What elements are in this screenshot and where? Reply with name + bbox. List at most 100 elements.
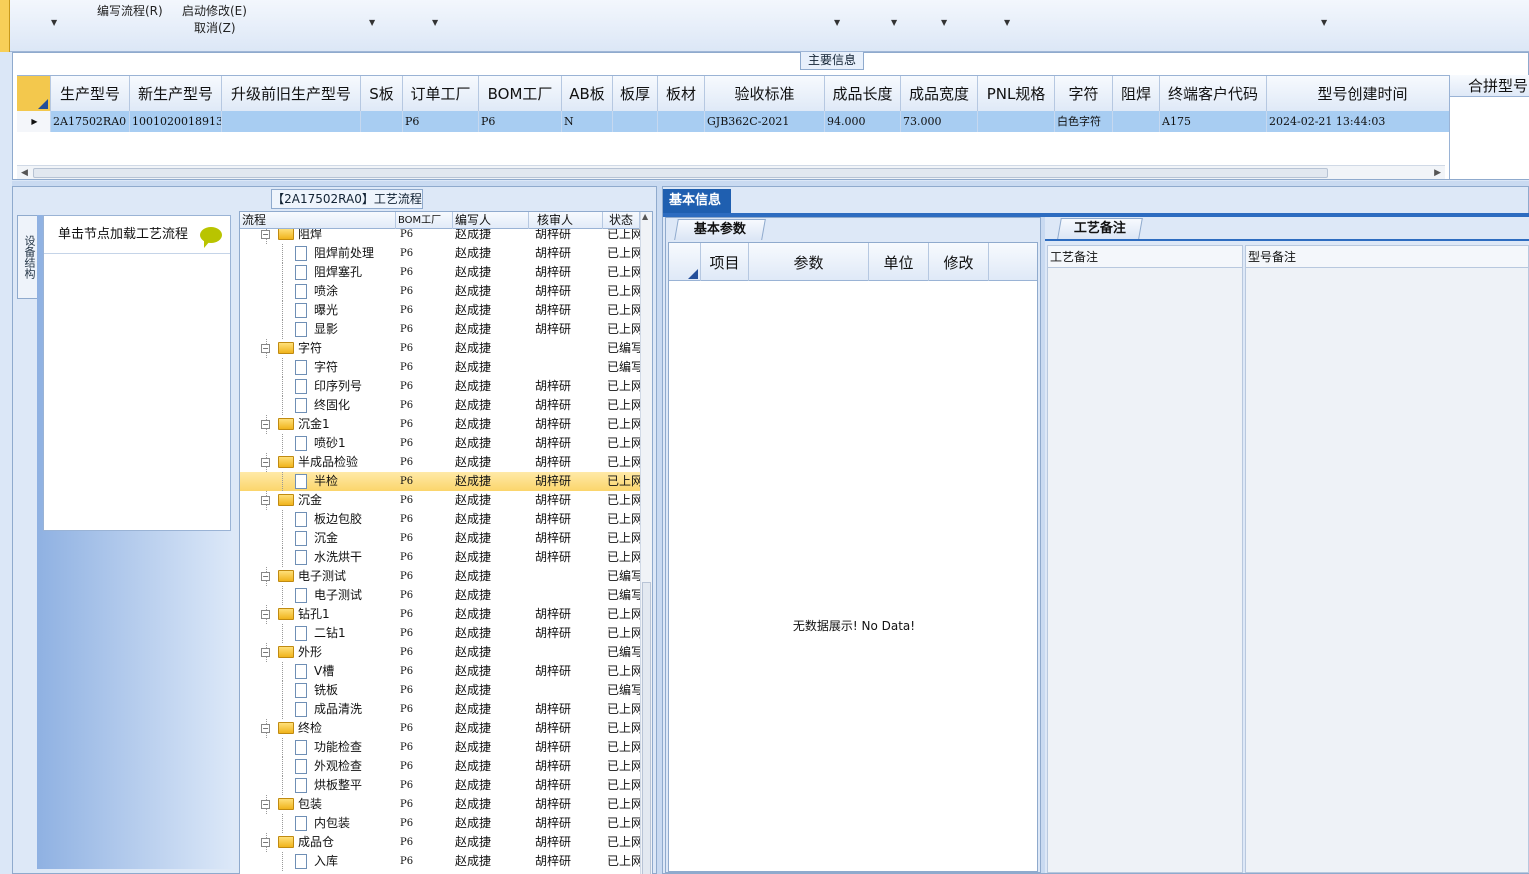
dropdown-arrow-icon[interactable]: ▼ (941, 18, 947, 27)
collapse-icon[interactable]: − (261, 800, 270, 809)
scrollbar-thumb[interactable] (33, 168, 1328, 178)
col-header[interactable]: 升级前旧生产型号 (222, 76, 361, 112)
col-header[interactable]: 单位 (869, 243, 929, 281)
tree-row[interactable]: − 字符 P6 赵成捷 已编写 (240, 339, 640, 358)
col-header[interactable]: 终端客户代码 (1160, 76, 1267, 112)
dropdown-arrow-icon[interactable]: ▼ (432, 18, 438, 27)
dropdown-arrow-icon[interactable]: ▼ (1321, 18, 1327, 27)
col-header[interactable]: 参数 (749, 243, 869, 281)
tree-row[interactable]: 显影 P6 赵成捷 胡梓研 已上网 (240, 320, 640, 339)
collapse-icon[interactable]: − (261, 230, 270, 239)
tree-row[interactable]: 终固化 P6 赵成捷 胡梓研 已上网 (240, 396, 640, 415)
table-cell[interactable] (1113, 111, 1160, 132)
tree-node[interactable]: 沉金 (240, 529, 396, 548)
tree-node[interactable]: 入库 (240, 852, 396, 871)
col-header[interactable]: 型号创建时间 (1267, 76, 1459, 112)
tree-node[interactable]: 外观检查 (240, 757, 396, 776)
tree-row[interactable]: 水洗烘干 P6 赵成捷 胡梓研 已上网 (240, 548, 640, 567)
row-indicator-icon[interactable]: ▶ (17, 111, 51, 132)
tree-row[interactable]: − 沉金1 P6 赵成捷 胡梓研 已上网 (240, 415, 640, 434)
grid-corner[interactable] (17, 76, 51, 112)
tree-node[interactable]: 水洗烘干 (240, 548, 396, 567)
tree-row[interactable]: 曝光 P6 赵成捷 胡梓研 已上网 (240, 301, 640, 320)
tree-row[interactable]: 功能检查 P6 赵成捷 胡梓研 已上网 (240, 738, 640, 757)
tree-node[interactable]: − 沉金1 (240, 415, 396, 434)
tree-row[interactable]: − 终检 P6 赵成捷 胡梓研 已上网 (240, 719, 640, 738)
write-flow-button[interactable]: 编写流程(R) (97, 2, 163, 19)
collapse-icon[interactable]: − (261, 648, 270, 657)
collapse-icon[interactable]: − (261, 420, 270, 429)
col-header[interactable]: PNL规格 (978, 76, 1055, 112)
tree-node[interactable]: 烘板整平 (240, 776, 396, 795)
main-info-tab[interactable]: 主要信息 (800, 52, 864, 70)
tree-row[interactable]: 成品清洗 P6 赵成捷 胡梓研 已上网 (240, 700, 640, 719)
tree-row[interactable]: 电子测试 P6 赵成捷 已编写 (240, 586, 640, 605)
tree-row[interactable]: 喷涂 P6 赵成捷 胡梓研 已上网 (240, 282, 640, 301)
table-cell[interactable]: A175 (1160, 111, 1267, 132)
col-header[interactable]: BOM工厂 (479, 76, 562, 112)
basic-params-tab[interactable]: 基本参数 (674, 219, 766, 240)
col-header[interactable]: 板厚 (613, 76, 658, 112)
tree-row[interactable]: 阻焊塞孔 P6 赵成捷 胡梓研 已上网 (240, 263, 640, 282)
tree-node[interactable]: − 包装 (240, 795, 396, 814)
col-header[interactable]: 修改 (929, 243, 989, 281)
scroll-left-icon[interactable]: ◀ (21, 166, 28, 180)
tree-node[interactable]: 终固化 (240, 396, 396, 415)
tree-node[interactable]: 半检 (240, 472, 396, 491)
tree-node[interactable]: 印序列号 (240, 377, 396, 396)
nav-hint[interactable]: 单击节点加载工艺流程 (44, 216, 230, 254)
tree-node[interactable]: − 外形 (240, 643, 396, 662)
tree-node[interactable]: 字符 (240, 358, 396, 377)
tree-row[interactable]: 板边包胶 P6 赵成捷 胡梓研 已上网 (240, 510, 640, 529)
col-header[interactable]: 阻焊 (1113, 76, 1160, 112)
table-cell[interactable] (613, 111, 658, 132)
cancel-button[interactable]: 取消(Z) (194, 19, 236, 36)
tree-row[interactable]: − 外形 P6 赵成捷 已编写 (240, 643, 640, 662)
tree-node[interactable]: 板边包胶 (240, 510, 396, 529)
tree-row[interactable]: − 钻孔1 P6 赵成捷 胡梓研 已上网 (240, 605, 640, 624)
tree-node[interactable]: V槽 (240, 662, 396, 681)
tree-node[interactable]: 阻焊塞孔 (240, 263, 396, 282)
flow-tab[interactable]: 【2A17502RA0】工艺流程 (271, 189, 423, 209)
col-header[interactable]: BOM工厂 (396, 212, 453, 229)
start-modify-button[interactable]: 启动修改(E) (182, 2, 247, 19)
col-header[interactable]: 板材 (658, 76, 705, 112)
tree-row[interactable]: − 半成品检验 P6 赵成捷 胡梓研 已上网 (240, 453, 640, 472)
collapse-icon[interactable]: − (261, 572, 270, 581)
tree-node[interactable]: 曝光 (240, 301, 396, 320)
tree-node[interactable]: − 沉金 (240, 491, 396, 510)
col-header[interactable]: 项目 (701, 243, 749, 281)
tree-node[interactable]: 电子测试 (240, 586, 396, 605)
tree-node[interactable]: 功能检查 (240, 738, 396, 757)
tree-node[interactable]: 喷涂 (240, 282, 396, 301)
tree-node[interactable]: − 成品仓 (240, 833, 396, 852)
tree-node[interactable]: 铣板 (240, 681, 396, 700)
basic-info-tab[interactable]: 基本信息 (663, 189, 731, 213)
tree-row[interactable]: − 成品仓 P6 赵成捷 胡梓研 已上网 (240, 833, 640, 852)
tree-row[interactable]: 沉金 P6 赵成捷 胡梓研 已上网 (240, 529, 640, 548)
tree-row[interactable]: 铣板 P6 赵成捷 已编写 (240, 681, 640, 700)
tree-row[interactable]: 烘板整平 P6 赵成捷 胡梓研 已上网 (240, 776, 640, 795)
collapse-icon[interactable]: − (261, 344, 270, 353)
col-header[interactable]: 核审人 (529, 212, 603, 229)
col-header[interactable]: AB板 (562, 76, 613, 112)
tree-node[interactable]: 喷砂1 (240, 434, 396, 453)
tree-row[interactable]: 喷砂1 P6 赵成捷 胡梓研 已上网 (240, 434, 640, 453)
table-cell[interactable]: 白色字符 (1055, 111, 1113, 132)
device-structure-tab[interactable]: 设备结构 (17, 215, 39, 299)
tree-node[interactable]: − 终检 (240, 719, 396, 738)
tree-node[interactable]: 阻焊前处理 (240, 244, 396, 263)
tree-row[interactable]: 阻焊前处理 P6 赵成捷 胡梓研 已上网 (240, 244, 640, 263)
tree-row[interactable]: 半检 P6 赵成捷 胡梓研 已上网 (240, 472, 640, 491)
table-cell[interactable] (658, 111, 705, 132)
col-header[interactable]: 成品长度 (825, 76, 901, 112)
collapse-icon[interactable]: − (261, 838, 270, 847)
tree-node[interactable]: 显影 (240, 320, 396, 339)
tree-node[interactable]: 二钻1 (240, 624, 396, 643)
dropdown-arrow-icon[interactable]: ▼ (834, 18, 840, 27)
table-cell[interactable]: 10010200189139 (130, 111, 222, 132)
col-header[interactable]: 流程 (240, 212, 396, 229)
tree-row[interactable]: 内包装 P6 赵成捷 胡梓研 已上网 (240, 814, 640, 833)
vertical-scrollbar[interactable]: ▲ (640, 212, 652, 874)
table-row[interactable]: ▶ 2A17502RA0 10010200189139 P6 P6 N GJB3… (17, 111, 1459, 132)
